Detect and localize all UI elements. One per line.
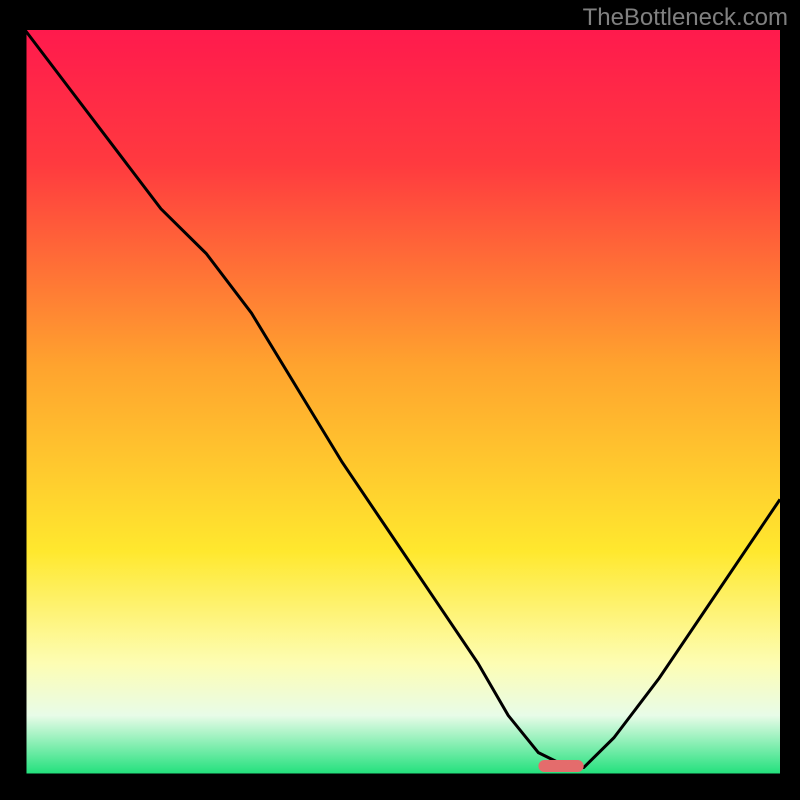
site-watermark: TheBottleneck.com: [583, 4, 788, 32]
bottleneck-chart: [0, 0, 800, 800]
gradient-background: [25, 30, 780, 775]
chart-container: TheBottleneck.com: [0, 0, 800, 800]
optimal-marker: [538, 760, 583, 772]
